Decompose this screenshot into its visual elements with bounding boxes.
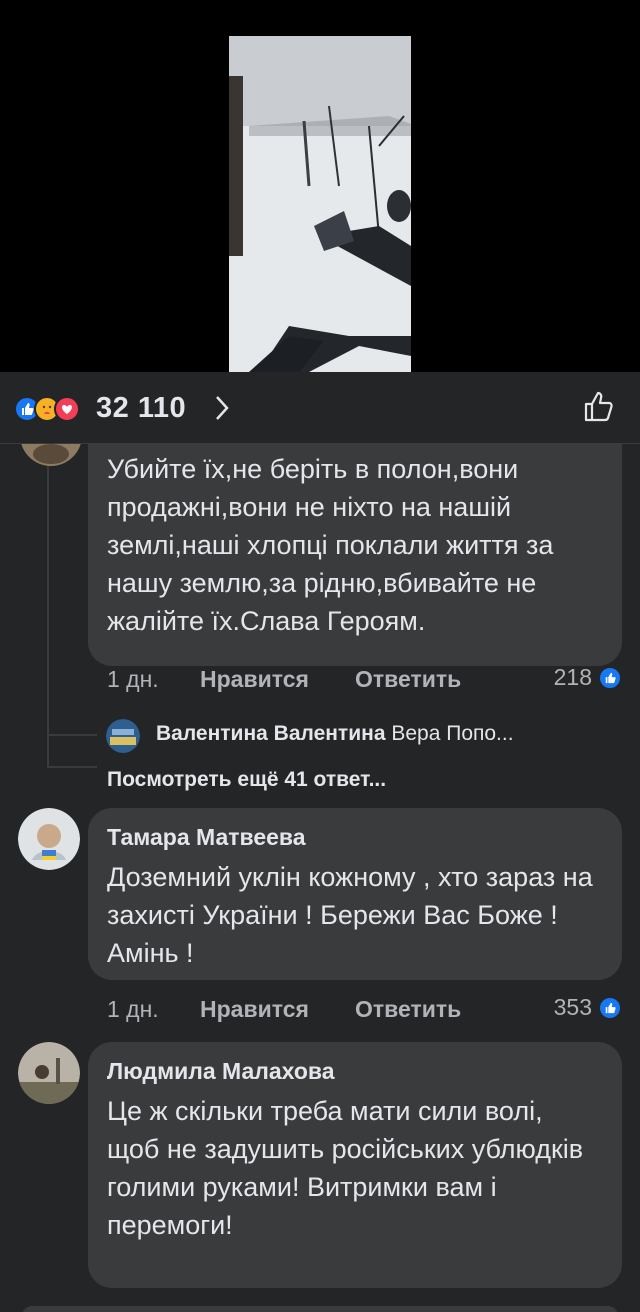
reply-button[interactable]: Ответить xyxy=(355,666,461,693)
video-player[interactable] xyxy=(0,0,640,372)
comment-text: Убийте їх,не беріть в полон,вони продажн… xyxy=(107,454,554,636)
comment-text: Доземний уклін кожному , хто зараз на за… xyxy=(107,862,593,968)
avatar[interactable] xyxy=(18,1042,80,1104)
reaction-count[interactable]: 32 110 xyxy=(96,392,186,425)
like-button[interactable]: Нравится xyxy=(200,666,309,693)
love-icon xyxy=(54,396,80,422)
thread-line xyxy=(47,466,49,766)
video-still xyxy=(229,36,411,372)
reply-text: Вера Попо... xyxy=(391,722,514,745)
reply-author: Валентина Валентина xyxy=(156,722,386,745)
like-count[interactable]: 218 xyxy=(520,664,592,691)
video-frame[interactable] xyxy=(229,36,411,372)
comment-time: 1 дн. xyxy=(107,666,159,692)
thread-branch xyxy=(47,734,97,736)
comment-author[interactable]: Людмила Малахова xyxy=(107,1058,335,1085)
avatar[interactable] xyxy=(18,808,80,870)
comment-author[interactable]: Тамара Матвеева xyxy=(107,824,306,851)
like-button[interactable]: Нравится xyxy=(200,996,309,1023)
next-comment-edge xyxy=(22,1306,618,1312)
reaction-icons[interactable] xyxy=(14,396,80,422)
reply-avatar[interactable] xyxy=(106,719,140,753)
thread-branch xyxy=(47,766,97,768)
reply-preview[interactable]: Валентина Валентина Вера Попо... xyxy=(156,722,514,746)
like-badge-icon xyxy=(598,996,622,1020)
view-more-replies-link[interactable]: Посмотреть ещё 41 ответ... xyxy=(107,768,386,792)
avatar[interactable] xyxy=(20,444,82,466)
like-count[interactable]: 353 xyxy=(520,994,592,1021)
like-badge-icon xyxy=(598,666,622,690)
chevron-right-icon[interactable] xyxy=(212,392,232,424)
comments-panel: Убийте їх,не беріть в полон,вони продажн… xyxy=(0,444,640,1312)
comment-time: 1 дн. xyxy=(107,996,159,1022)
reply-button[interactable]: Ответить xyxy=(355,996,461,1023)
like-outline-icon[interactable] xyxy=(582,390,616,424)
reaction-bar: 32 110 xyxy=(0,372,640,444)
comment-text: Це ж скільки треба мати сили волі, щоб н… xyxy=(107,1096,584,1240)
